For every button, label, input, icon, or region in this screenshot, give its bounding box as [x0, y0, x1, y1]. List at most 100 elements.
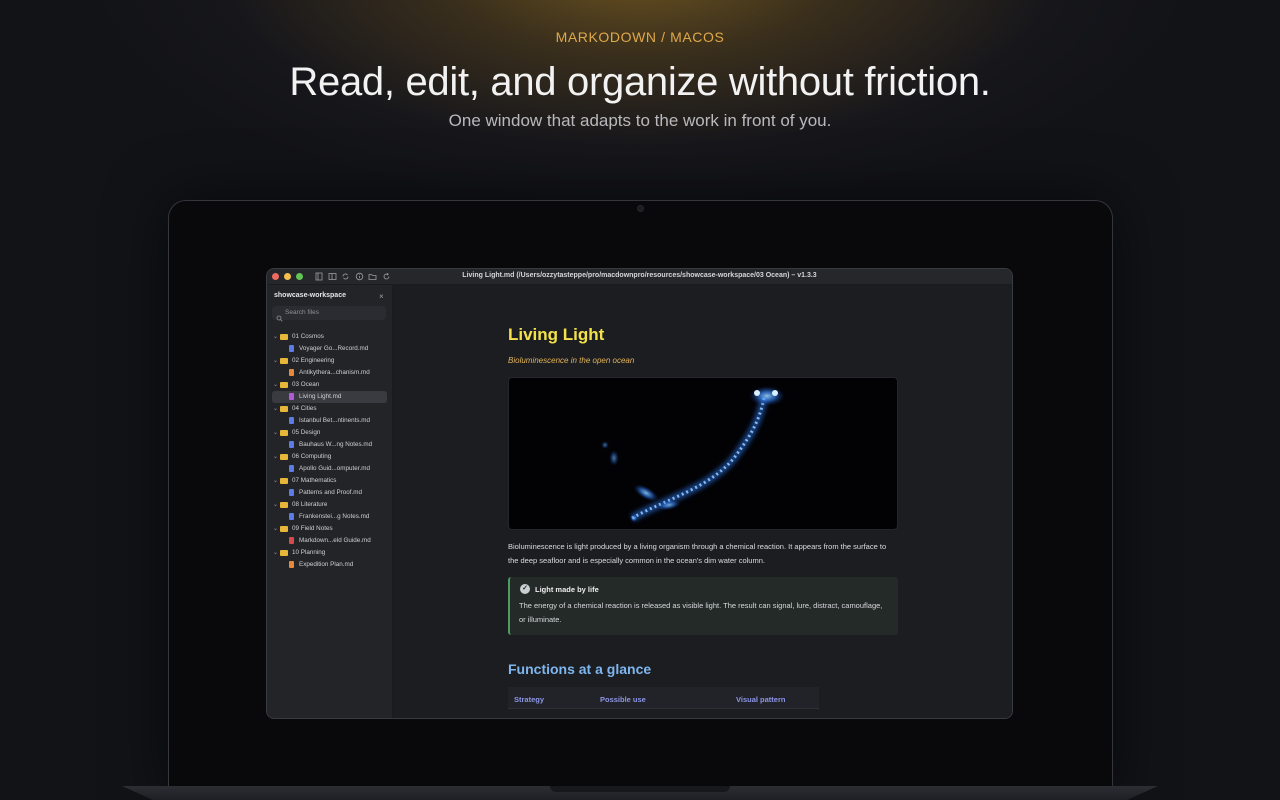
chevron-down-icon[interactable]: ⌄ [273, 501, 278, 508]
folder-row[interactable]: ⌄ 01 Cosmos [267, 331, 393, 343]
chevron-down-icon[interactable]: ⌄ [273, 333, 278, 340]
eyebrow-label: MARKODOWN / MACOS [555, 29, 725, 45]
workspace-title: showcase-workspace [274, 292, 346, 299]
folder-row[interactable]: ⌄ 06 Computing [267, 451, 393, 463]
folder-label: 06 Computing [292, 453, 332, 460]
document-icon [289, 393, 294, 400]
table-header-row: Strategy Possible use Visual pattern [508, 687, 819, 709]
file-row[interactable]: Expedition Plan.md [267, 559, 393, 571]
file-row-selected[interactable]: Living Light.md [272, 391, 387, 403]
chevron-down-icon[interactable]: ⌄ [273, 429, 278, 436]
titlebar: Living Light.md (/Users/ozzytasteppe/pro… [267, 269, 1012, 285]
document-subtitle: Bioluminescence in the open ocean [508, 356, 635, 365]
document-icon [289, 369, 294, 376]
file-label: Frankenstei...g Notes.md [299, 513, 370, 520]
sidebar-icon[interactable] [315, 272, 324, 281]
search-input[interactable]: Search files [272, 306, 386, 322]
file-row[interactable]: Patterns and Proof.md [267, 487, 393, 499]
file-label: Markdown...eld Guide.md [299, 537, 371, 544]
document-icon [289, 345, 294, 352]
document-icon [289, 417, 294, 424]
document-icon [289, 513, 294, 520]
file-label: Bauhaus W...ng Notes.md [299, 441, 373, 448]
folder-row[interactable]: ⌄ 08 Literature [267, 499, 393, 511]
folder-icon [280, 454, 288, 460]
file-label: Antikythera...chanism.md [299, 369, 370, 376]
chevron-down-icon[interactable]: ⌄ [273, 357, 278, 364]
callout-box: ✓ Light made by life The energy of a che… [508, 577, 898, 635]
folder-label: 03 Ocean [292, 381, 320, 388]
folder-label: 01 Cosmos [292, 333, 324, 340]
close-sidebar-button[interactable]: × [379, 292, 384, 301]
minimize-window-button[interactable] [284, 273, 291, 280]
refresh-icon[interactable] [382, 272, 391, 281]
app-window: Living Light.md (/Users/ozzytasteppe/pro… [266, 268, 1013, 719]
callout-title: Light made by life [535, 585, 599, 594]
file-label: Living Light.md [299, 393, 342, 400]
sidebar: showcase-workspace × Search files ⌄ 01 Co… [267, 285, 393, 718]
chevron-down-icon[interactable]: ⌄ [273, 381, 278, 388]
chevron-down-icon[interactable]: ⌄ [273, 477, 278, 484]
close-window-button[interactable] [272, 273, 279, 280]
folder-label: 05 Design [292, 429, 321, 436]
folder-icon [280, 478, 288, 484]
file-row[interactable]: Bauhaus W...ng Notes.md [267, 439, 393, 451]
folder-row[interactable]: ⌄ 09 Field Notes [267, 523, 393, 535]
zoom-window-button[interactable] [296, 273, 303, 280]
folder-label: 07 Mathematics [292, 477, 337, 484]
folder-icon [280, 358, 288, 364]
folder-row[interactable]: ⌄ 07 Mathematics [267, 475, 393, 487]
folder-row[interactable]: ⌄ 03 Ocean [267, 379, 393, 391]
callout-body: The energy of a chemical reaction is rel… [519, 601, 883, 624]
file-row[interactable]: Apollo Guid...omputer.md [267, 463, 393, 475]
info-icon[interactable] [355, 272, 364, 281]
document-icon [289, 537, 294, 544]
file-row[interactable]: Voyager Go...Record.md [267, 343, 393, 355]
chevron-down-icon[interactable]: ⌄ [273, 405, 278, 412]
file-label: Patterns and Proof.md [299, 489, 363, 496]
folder-icon[interactable] [368, 272, 377, 281]
table-header-visual-pattern: Visual pattern [736, 695, 786, 704]
folder-row[interactable]: ⌄ 05 Design [267, 427, 393, 439]
table-header-possible-use: Possible use [600, 695, 646, 704]
laptop-base-notch [550, 786, 730, 792]
folder-row[interactable]: ⌄ 10 Planning [267, 547, 393, 559]
chevron-down-icon[interactable]: ⌄ [273, 453, 278, 460]
folder-row[interactable]: ⌄ 02 Engineering [267, 355, 393, 367]
chevron-down-icon[interactable]: ⌄ [273, 549, 278, 556]
document-title: Living Light [508, 325, 605, 344]
table-header-strategy: Strategy [514, 695, 545, 704]
document-icon [289, 489, 294, 496]
folder-icon [280, 430, 288, 436]
folder-icon [280, 406, 288, 412]
folder-label: 04 Cities [292, 405, 317, 412]
file-row[interactable]: Antikythera...chanism.md [267, 367, 393, 379]
file-row[interactable]: Markdown...eld Guide.md [267, 535, 393, 547]
file-row[interactable]: Istanbul Bet...ntinents.md [267, 415, 393, 427]
window-title: Living Light.md (/Users/ozzytasteppe/pro… [462, 272, 817, 279]
file-tree: ⌄ 01 Cosmos Voyager Go...Record.md ⌄ 02 Engi… [267, 331, 393, 571]
file-label: Apollo Guid...omputer.md [299, 465, 371, 472]
folder-icon [280, 334, 288, 340]
sync-icon[interactable] [341, 272, 350, 281]
file-label: Expedition Plan.md [299, 561, 354, 568]
document-paragraph: Bioluminescence is light produced by a l… [508, 542, 887, 565]
document-icon [289, 561, 294, 568]
bioluminescent-creature-image [508, 377, 898, 530]
folder-label: 10 Planning [292, 549, 326, 556]
chevron-down-icon[interactable]: ⌄ [273, 525, 278, 532]
file-label: Voyager Go...Record.md [299, 345, 369, 352]
document-pane: Living Light Bioluminescence in the open… [393, 285, 1012, 718]
document-icon [289, 465, 294, 472]
file-label: Istanbul Bet...ntinents.md [299, 417, 371, 424]
folder-row[interactable]: ⌄ 04 Cities [267, 403, 393, 415]
folder-label: 08 Literature [292, 501, 328, 508]
section-heading: Functions at a glance [508, 661, 652, 677]
subheadline: One window that adapts to the work in fr… [448, 111, 832, 130]
panel-icon[interactable] [328, 272, 337, 281]
camera-dot [637, 205, 644, 212]
check-icon: ✓ [520, 584, 530, 594]
file-row[interactable]: Frankenstei...g Notes.md [267, 511, 393, 523]
folder-icon [280, 382, 288, 388]
document-icon [289, 441, 294, 448]
